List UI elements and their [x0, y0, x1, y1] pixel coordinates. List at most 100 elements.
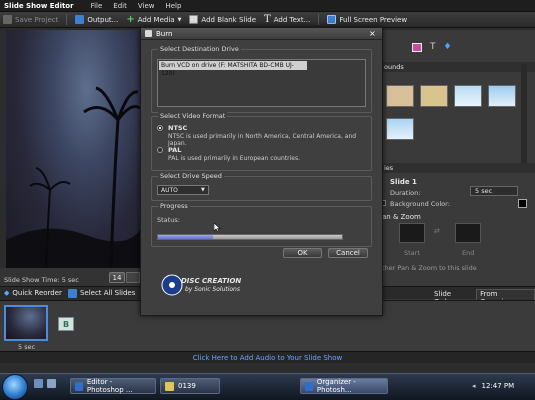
ntsc-radio[interactable] [157, 125, 163, 131]
speed-value: AUTO [161, 186, 178, 194]
blank-slide-icon [189, 15, 199, 24]
cancel-button[interactable]: Cancel [328, 248, 368, 258]
slide-thumbnail[interactable] [4, 305, 48, 341]
quick-reorder-button[interactable]: ◆ Quick Reorder [4, 289, 62, 297]
photoshop-icon [75, 381, 83, 391]
logo-title: DISC CREATION [181, 277, 242, 285]
pan-zoom-start-thumbnail[interactable] [399, 223, 425, 243]
destination-label: Select Destination Drive [158, 45, 241, 53]
dialog-titlebar[interactable]: Burn × [141, 28, 382, 40]
full-screen-preview-button[interactable]: Full Screen Preview [327, 15, 407, 24]
properties-header-label: ies [384, 164, 394, 172]
save-project-label: Save Project [15, 15, 59, 24]
duration-label: Duration: [390, 189, 421, 197]
menu-edit[interactable]: Edit [113, 2, 127, 10]
logo-subtitle: by Sonic Solutions [185, 286, 240, 293]
pan-zoom-end-label: End [462, 249, 475, 257]
save-icon [3, 15, 12, 24]
progress-fill [158, 235, 214, 239]
ntsc-description: NTSC is used primarily in North America,… [168, 133, 357, 147]
start-button[interactable] [2, 374, 28, 400]
background-thumbnail[interactable] [454, 85, 482, 107]
burn-icon [145, 30, 152, 37]
drive-speed-label: Select Drive Speed [158, 172, 224, 180]
pan-zoom-note: ther Pan & Zoom to this slide [382, 264, 477, 272]
pan-zoom-end-thumbnail[interactable] [455, 223, 481, 243]
properties-header: ies [382, 163, 535, 173]
taskbar-folder[interactable]: 0139 [160, 378, 220, 394]
backgrounds-header-label: ounds [384, 63, 404, 71]
slide-show-time: Slide Show Time: 5 sec [4, 276, 79, 284]
frame-back-label: 14 [112, 273, 122, 282]
text-icon: T [264, 14, 271, 25]
background-color-swatch[interactable] [518, 199, 527, 208]
mouse-cursor-icon [214, 223, 221, 233]
full-screen-icon [327, 15, 337, 24]
system-tray: ◂ 12:47 PM [472, 382, 514, 390]
switch-windows-icon[interactable] [47, 379, 56, 388]
swap-arrows-icon[interactable]: ⇄ [434, 227, 440, 235]
add-blank-slide-button[interactable]: Add Blank Slide [189, 15, 256, 24]
progress-bar [157, 234, 343, 240]
taskbar-organizer[interactable]: Organizer - Photosh... [300, 378, 388, 394]
drive-option-label: Burn VCD on drive (F: MATSHITA BD-CMB UJ… [161, 62, 294, 77]
video-format-group: Select Video Format NTSC NTSC is used pr… [151, 112, 372, 171]
clock[interactable]: 12:47 PM [482, 382, 515, 390]
slide-duration: 5 sec [18, 343, 36, 351]
disc-creation-logo: DISC CREATION by Sonic Solutions [161, 274, 252, 296]
reorder-icon: ◆ [4, 289, 10, 297]
select-all-icon [67, 288, 77, 298]
add-audio-link[interactable]: Click Here to Add Audio to Your Slide Sh… [193, 354, 343, 362]
main-toolbar: Save Project Output... + Add Media ▼ Add… [0, 12, 535, 28]
backgrounds-scrollbar[interactable] [521, 64, 527, 164]
status-label: Status: [157, 216, 180, 224]
add-blank-slide-label: Add Blank Slide [201, 15, 257, 24]
output-label: Output... [87, 15, 119, 24]
save-project-button[interactable]: Save Project [3, 15, 58, 24]
chevron-down-icon: ▼ [201, 187, 205, 193]
duration-select[interactable]: 5 sec [470, 186, 518, 196]
drive-option[interactable]: Burn VCD on drive (F: MATSHITA BD-CMB UJ… [159, 61, 307, 77]
menu-help[interactable]: Help [165, 2, 181, 10]
pan-zoom-start-label: Start [404, 249, 420, 257]
drive-speed-select[interactable]: AUTO ▼ [157, 185, 209, 195]
pal-label: PAL [168, 146, 182, 154]
destination-group: Select Destination Drive Burn VCD on dri… [151, 45, 372, 113]
app-title: Slide Show Editor [4, 1, 74, 10]
full-screen-preview-label: Full Screen Preview [339, 15, 408, 24]
burn-dialog: Burn × Select Destination Drive Burn VCD… [140, 27, 383, 316]
pal-description: PAL is used primarily in European countr… [168, 155, 300, 162]
show-desktop-icon[interactable] [34, 379, 43, 388]
add-audio-bar[interactable]: Click Here to Add Audio to Your Slide Sh… [0, 351, 535, 363]
volume-icon[interactable]: ◂ [472, 382, 476, 390]
background-thumbnail[interactable] [386, 85, 414, 107]
transition-icon[interactable]: B [58, 317, 74, 331]
text-tab-icon[interactable]: T [430, 42, 436, 52]
ok-button[interactable]: OK [283, 248, 322, 258]
frame-back-button[interactable]: 14 [109, 272, 125, 283]
add-text-button[interactable]: T Add Text... [264, 14, 310, 25]
graphics-tab-icon[interactable] [412, 42, 422, 52]
background-thumbnail[interactable] [386, 118, 414, 140]
drive-list[interactable]: Burn VCD on drive (F: MATSHITA BD-CMB UJ… [157, 59, 366, 107]
menu-view[interactable]: View [138, 2, 155, 10]
output-button[interactable]: Output... [75, 15, 118, 24]
background-thumbnail[interactable] [420, 85, 448, 107]
pal-radio[interactable] [157, 147, 163, 153]
add-media-label: Add Media [137, 15, 175, 24]
play-button[interactable] [126, 272, 140, 283]
cancel-label: Cancel [336, 249, 360, 257]
duration-value: 5 sec [475, 187, 493, 195]
progress-group: Progress Status: [151, 202, 372, 247]
menu-file[interactable]: File [91, 2, 103, 10]
close-icon[interactable]: × [369, 29, 376, 38]
pin-tab-icon[interactable]: ♦ [444, 42, 452, 52]
add-text-label: Add Text... [273, 15, 311, 24]
background-thumbnail[interactable] [488, 85, 516, 107]
plus-icon: + [126, 14, 135, 25]
add-media-button[interactable]: + Add Media ▼ [126, 14, 181, 25]
backgrounds-header: ounds [382, 62, 535, 72]
taskbar-editor[interactable]: Editor - Photoshop ... [70, 378, 156, 394]
select-all-slides-button[interactable]: Select All Slides [67, 288, 135, 298]
drive-speed-group: Select Drive Speed AUTO ▼ [151, 172, 372, 201]
